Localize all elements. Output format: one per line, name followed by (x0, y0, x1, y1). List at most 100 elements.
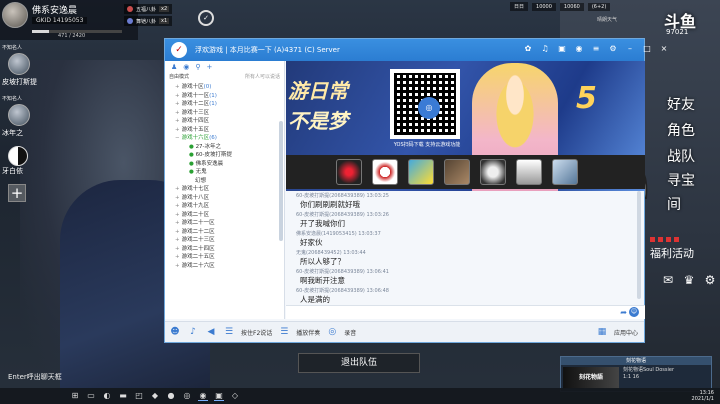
server-item[interactable]: + 游戏二十一区 (175, 219, 284, 228)
channel-member[interactable]: ● 佛系安逸晨 (175, 160, 284, 169)
emoji-icon[interactable]: ☺ (629, 307, 639, 317)
shop-icon[interactable]: ▣ (557, 44, 567, 54)
server-item[interactable]: + 游戏二十五区 (175, 253, 284, 262)
system-clock: 13:16 2021/1/1 (691, 390, 714, 402)
add-icon[interactable]: + (207, 63, 213, 71)
party-member[interactable]: 不知名人 皮坡打斯提 (2, 44, 46, 87)
party-member[interactable]: 不知名人 冰年之 (2, 95, 46, 138)
channel-member[interactable]: ● 27-冰年之 (175, 143, 284, 152)
apps-icon[interactable]: ▦ (596, 326, 608, 338)
windows-start-icon[interactable]: ⊞ (70, 391, 80, 401)
maximize-icon[interactable]: □ (642, 44, 652, 54)
channel-member[interactable]: 幻想 (175, 177, 284, 186)
server-item[interactable]: + 游戏十四区 (175, 117, 284, 126)
server-item[interactable]: + 游戏二十三区 (175, 236, 284, 245)
chat-titlebar[interactable]: ✓ 浮欢游戏 | 本月比赛一下 (A)4371 (C) Server ✿ ♫ ▣… (165, 39, 667, 61)
menu-friends[interactable]: 好友 (667, 94, 695, 114)
buff-item[interactable]: 舞铠八卦 x1 (124, 16, 173, 26)
gift-icon[interactable]: ✿ (523, 44, 533, 54)
server-item-active[interactable]: − 游戏十六区(6) (175, 134, 284, 143)
server-item[interactable]: + 游戏十九区 (175, 202, 284, 211)
game-icon[interactable] (516, 159, 542, 185)
mini-player-thumbnail: 刻花物語 (563, 367, 619, 389)
app-icon[interactable]: ● (166, 391, 176, 401)
server-item[interactable]: + 游戏十五区 (175, 126, 284, 135)
member-tag: 不知名人 (2, 45, 23, 51)
push-to-talk-button[interactable]: 按住F2说话 (241, 328, 272, 337)
server-item[interactable]: + 游戏十三区 (175, 109, 284, 118)
buff-count: x2 (159, 6, 170, 12)
steam-icon[interactable]: ◉ (198, 391, 208, 401)
player-avatar[interactable] (2, 2, 28, 28)
message-text: 开了我喊你们 (300, 219, 345, 228)
notification-dots (650, 237, 679, 242)
mail-icon[interactable]: ✉ (660, 272, 676, 288)
taskbar: ⊞ ▭ ◐ ▬ ◰ ◆ ● ◎ ◉ ▣ ◇ 13:16 2021/1/1 (0, 388, 720, 404)
accompany-button[interactable]: 播放伴奏 (296, 328, 320, 337)
game-icon[interactable] (336, 159, 362, 185)
sidebar-scrollbar[interactable] (279, 121, 283, 241)
stream-room-id: 97021 (666, 28, 689, 36)
game-icon[interactable] (444, 159, 470, 185)
equalizer-icon[interactable]: ☰ (278, 326, 290, 338)
record-button[interactable]: 录音 (344, 328, 356, 337)
server-item[interactable]: + 游戏十七区 (175, 185, 284, 194)
menu-icon[interactable]: ≡ (591, 44, 601, 54)
app-icon[interactable]: ◇ (230, 391, 240, 401)
app-icon[interactable]: ◎ (182, 391, 192, 401)
chat-input[interactable]: ➦ ☺ (286, 305, 645, 319)
settings-icon[interactable]: ⚙ (702, 272, 718, 288)
team-logo-icon[interactable]: ✓ (198, 10, 214, 26)
game-icon[interactable] (480, 159, 506, 185)
buff-item[interactable]: 五福八卦 x2 (124, 4, 173, 14)
server-item[interactable]: + 游戏二十区 (175, 211, 284, 220)
channel-mode-row: 自由模式 所有人可以说话 (165, 73, 284, 83)
game-icon[interactable] (372, 159, 398, 185)
leave-team-button[interactable]: 退出队伍 (298, 353, 420, 373)
menu-room[interactable]: 间 (667, 194, 681, 214)
user-icon[interactable]: ♟ (171, 63, 177, 71)
member-tag: 不知名人 (2, 96, 23, 102)
folder-icon[interactable]: ▬ (118, 391, 128, 401)
add-member-button[interactable]: + (8, 184, 26, 202)
speaker-icon[interactable]: ◀ (205, 326, 217, 338)
channel-mode[interactable]: 自由模式 (169, 73, 189, 83)
taskview-icon[interactable]: ▭ (86, 391, 96, 401)
microphone-icon[interactable]: ♪ (187, 326, 199, 338)
app-center-button[interactable]: 应用中心 (614, 328, 638, 337)
app-icon[interactable]: ◆ (150, 391, 160, 401)
server-item[interactable]: + 游戏十八区 (175, 194, 284, 203)
edge-icon[interactable]: ◐ (102, 391, 112, 401)
menu-character[interactable]: 角色 (667, 120, 695, 140)
send-icon[interactable]: ➦ (620, 308, 627, 317)
server-item[interactable]: + 游戏二十六区 (175, 262, 284, 271)
server-item[interactable]: + 游戏二十四区 (175, 245, 284, 254)
welfare-activity-button[interactable]: 福利活动 (650, 245, 694, 261)
game-icon[interactable] (408, 159, 434, 185)
store-icon[interactable]: ◰ (134, 391, 144, 401)
trophy-icon[interactable]: ♛ (681, 272, 697, 288)
server-item[interactable]: + 游戏十二区(1) (175, 100, 284, 109)
channel-member[interactable]: ● 60-皮坡打斯提 (175, 151, 284, 160)
avatar-icon[interactable]: ☻ (169, 326, 181, 338)
equalizer-icon[interactable]: ☰ (223, 326, 235, 338)
server-item[interactable]: + 游戏十区(0) (175, 83, 284, 92)
channel-member[interactable]: ● 无鬼 (175, 168, 284, 177)
menu-team[interactable]: 战队 (667, 146, 695, 166)
settings-icon[interactable]: ⚙ (608, 44, 618, 54)
server-item[interactable]: + 游戏十一区(1) (175, 92, 284, 101)
game-icon[interactable]: ◉ (574, 44, 584, 54)
party-member[interactable]: 牙白依 (2, 146, 46, 176)
close-icon[interactable]: × (659, 44, 669, 54)
server-item[interactable]: + 游戏二十二区 (175, 228, 284, 237)
chat-app-icon[interactable]: ▣ (214, 391, 224, 401)
music-icon[interactable]: ♫ (540, 44, 550, 54)
menu-treasure[interactable]: 寻宝 (667, 170, 695, 190)
chat-scrollbar[interactable] (637, 191, 641, 299)
mini-player[interactable]: 刻花物语 刻花物語 刻花物语Soul Dossier 1:1 16 (560, 356, 712, 392)
record-icon[interactable]: ◎ (326, 326, 338, 338)
minimize-icon[interactable]: – (625, 44, 635, 54)
location-icon[interactable]: ◉ (183, 63, 189, 71)
game-icon[interactable] (552, 159, 578, 185)
search-icon[interactable]: ⚲ (195, 63, 200, 71)
